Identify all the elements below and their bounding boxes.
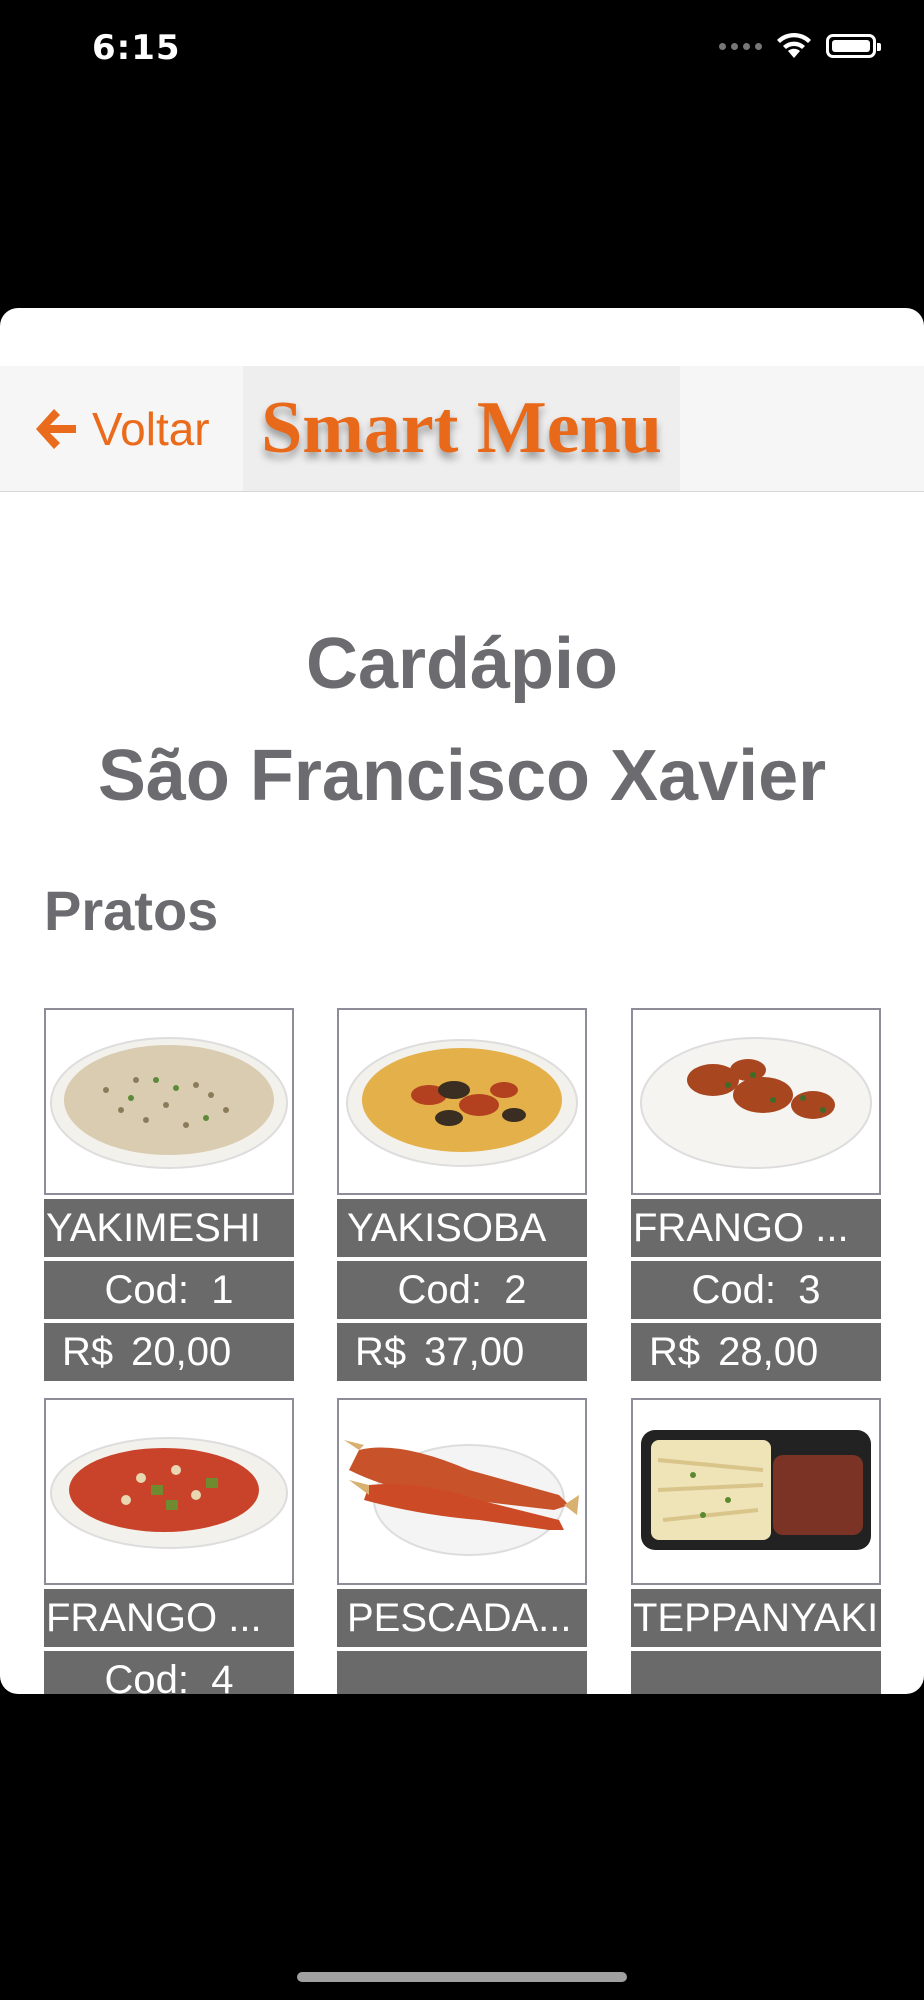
dish-code: Cod: 1 [44,1261,294,1319]
dish-code: Cod: 3 [631,1261,881,1319]
dish-code-empty [337,1651,587,1694]
dish-price: R$ 37,00 [337,1323,587,1381]
dish-name: YAKIMESHI [44,1199,294,1257]
dish-name: PESCADA... [337,1589,587,1647]
battery-icon [826,34,881,58]
page-title-line1: Cardápio [305,624,619,704]
logo-text: Smart Menu [261,387,662,469]
dish-image [337,1398,587,1585]
dish-code-empty [631,1651,881,1694]
back-label: Voltar [92,403,210,455]
home-indicator[interactable] [297,1972,627,1982]
dish-image [631,1398,881,1585]
dish-price: R$ 28,00 [631,1323,881,1381]
page-title-line2: São Francisco Xavier [97,736,827,816]
dish-price: R$ 20,00 [44,1323,294,1381]
dish-code: Cod: 4 [44,1651,294,1694]
nav-bar: Voltar Smart Menu [0,366,924,492]
dish-image [44,1008,294,1195]
dish-image [631,1008,881,1195]
page-title: Cardápio São Francisco Xavier [0,608,924,832]
signal-icon [719,42,762,50]
dish-code: Cod: 2 [337,1261,587,1319]
dish-image [337,1008,587,1195]
wifi-icon [777,32,811,58]
dish-name: YAKISOBA [337,1199,587,1257]
app-logo: Smart Menu [243,366,680,491]
menu-item-card[interactable]: YAKISOBA Cod: 2 R$ 37,00 [337,1008,587,1381]
arrow-left-icon [36,409,76,449]
dish-image [44,1398,294,1585]
menu-item-card[interactable]: FRANGO ... Cod: 3 R$ 28,00 [631,1008,881,1381]
menu-item-card[interactable]: PESCADA... [337,1398,587,1694]
menu-item-card[interactable]: FRANGO ... Cod: 4 [44,1398,294,1694]
menu-item-card[interactable]: TEPPANYAKI [631,1398,881,1694]
dish-name: FRANGO ... [44,1589,294,1647]
dish-name: FRANGO ... [631,1199,881,1257]
status-time: 6:15 [92,28,181,68]
status-bar: 6:15 [0,0,924,110]
app-screen: Voltar Smart Menu Cardápio São Francisco… [0,308,924,1694]
back-button[interactable]: Voltar [30,402,210,456]
dish-name: TEPPANYAKI [631,1589,881,1647]
section-title: Pratos [44,879,219,942]
status-icons [719,32,881,60]
menu-item-card[interactable]: YAKIMESHI Cod: 1 R$ 20,00 [44,1008,294,1381]
